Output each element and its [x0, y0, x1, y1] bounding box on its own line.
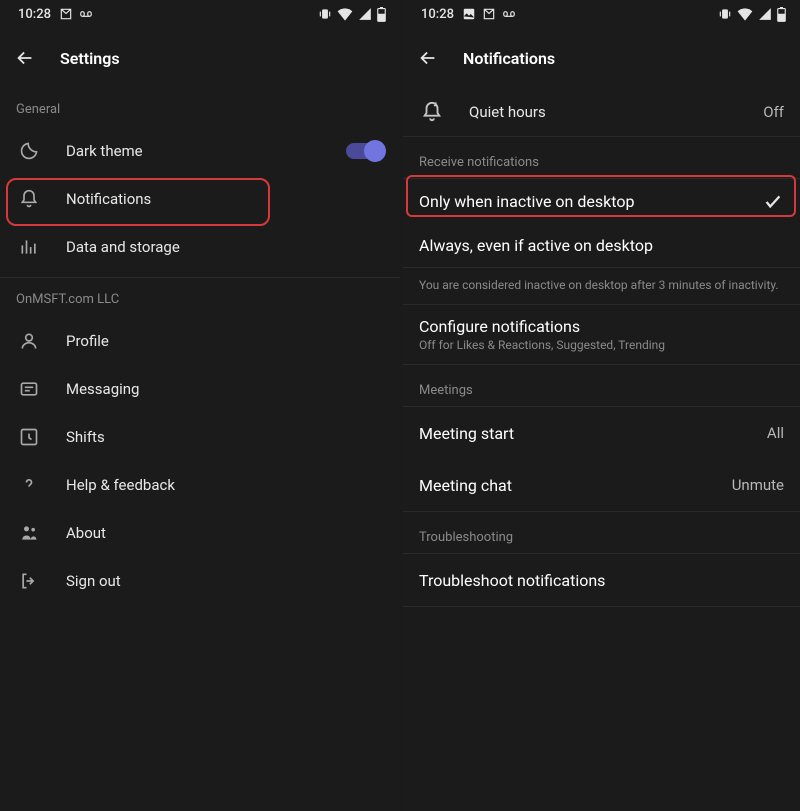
signout-label: Sign out [66, 572, 384, 590]
configure-row[interactable]: Configure notifications Off for Likes & … [403, 305, 800, 364]
status-time: 10:28 [421, 7, 454, 22]
section-general: General [0, 88, 400, 127]
help-row[interactable]: Help & feedback [0, 461, 400, 509]
clock-icon [16, 427, 42, 447]
voicemail-icon [502, 7, 516, 21]
section-troubleshooting: Troubleshooting [403, 512, 800, 553]
data-storage-row[interactable]: Data and storage [0, 223, 400, 271]
only-inactive-label: Only when inactive on desktop [419, 192, 738, 211]
wifi-icon [737, 7, 753, 21]
troubleshoot-label: Troubleshoot notifications [419, 571, 784, 590]
about-row[interactable]: About [0, 509, 400, 557]
signout-icon [16, 571, 42, 591]
check-icon [762, 190, 784, 212]
notifications-screen: 10:28 Notifications Quiet hours Off Rece… [403, 0, 800, 811]
status-time: 10:28 [18, 7, 51, 22]
status-bar: 10:28 [403, 0, 800, 28]
troubleshoot-row[interactable]: Troubleshoot notifications [403, 554, 800, 606]
page-title: Notifications [463, 49, 555, 68]
vibrate-icon [718, 7, 732, 21]
notifications-label: Notifications [66, 190, 384, 208]
profile-row[interactable]: Profile [0, 317, 400, 365]
quiet-hours-icon [419, 101, 445, 123]
mail-icon [59, 7, 73, 21]
section-receive: Receive notifications [403, 137, 800, 178]
status-bar: 10:28 [0, 0, 400, 28]
quiet-hours-label: Quiet hours [469, 103, 739, 121]
section-meetings: Meetings [403, 365, 800, 406]
signal-icon [758, 7, 772, 21]
vibrate-icon [318, 7, 332, 21]
shifts-label: Shifts [66, 428, 384, 446]
battery-icon [777, 7, 786, 22]
back-button[interactable] [14, 47, 36, 69]
image-icon [462, 7, 476, 21]
profile-label: Profile [66, 332, 384, 350]
notifications-row[interactable]: Notifications [0, 175, 400, 223]
messaging-row[interactable]: Messaging [0, 365, 400, 413]
always-label: Always, even if active on desktop [419, 236, 784, 255]
moon-icon [16, 141, 42, 161]
bell-icon [16, 189, 42, 209]
battery-icon [377, 7, 386, 22]
dark-theme-row[interactable]: Dark theme [0, 127, 400, 175]
always-row[interactable]: Always, even if active on desktop [403, 223, 800, 267]
inactive-description: You are considered inactive on desktop a… [403, 268, 800, 305]
meeting-chat-row[interactable]: Meeting chat Unmute [403, 459, 800, 511]
chart-icon [16, 237, 42, 257]
configure-sublabel: Off for Likes & Reactions, Suggested, Tr… [419, 338, 784, 352]
configure-label: Configure notifications [419, 317, 784, 336]
meeting-chat-value: Unmute [732, 476, 784, 494]
meeting-chat-label: Meeting chat [419, 476, 708, 495]
wifi-icon [337, 7, 353, 21]
mail-icon [482, 7, 496, 21]
app-bar: Notifications [403, 28, 800, 88]
page-title: Settings [60, 49, 120, 68]
help-icon [16, 475, 42, 495]
shifts-row[interactable]: Shifts [0, 413, 400, 461]
profile-icon [16, 331, 42, 351]
quiet-hours-row[interactable]: Quiet hours Off [403, 88, 800, 136]
section-org: OnMSFT.com LLC [0, 278, 400, 317]
signout-row[interactable]: Sign out [0, 557, 400, 605]
dark-theme-toggle[interactable] [346, 143, 384, 159]
only-inactive-row[interactable]: Only when inactive on desktop [403, 179, 800, 223]
meeting-start-label: Meeting start [419, 424, 743, 443]
messaging-icon [16, 379, 42, 399]
data-storage-label: Data and storage [66, 238, 384, 256]
messaging-label: Messaging [66, 380, 384, 398]
teams-icon [16, 523, 42, 543]
signal-icon [358, 7, 372, 21]
meeting-start-row[interactable]: Meeting start All [403, 407, 800, 459]
meeting-start-value: All [767, 424, 784, 442]
app-bar: Settings [0, 28, 400, 88]
back-button[interactable] [417, 47, 439, 69]
about-label: About [66, 524, 384, 542]
voicemail-icon [79, 7, 93, 21]
help-label: Help & feedback [66, 476, 384, 494]
dark-theme-label: Dark theme [66, 142, 322, 160]
quiet-hours-value: Off [763, 103, 784, 121]
settings-screen: 10:28 Settings General Dark theme Notifi… [0, 0, 400, 811]
